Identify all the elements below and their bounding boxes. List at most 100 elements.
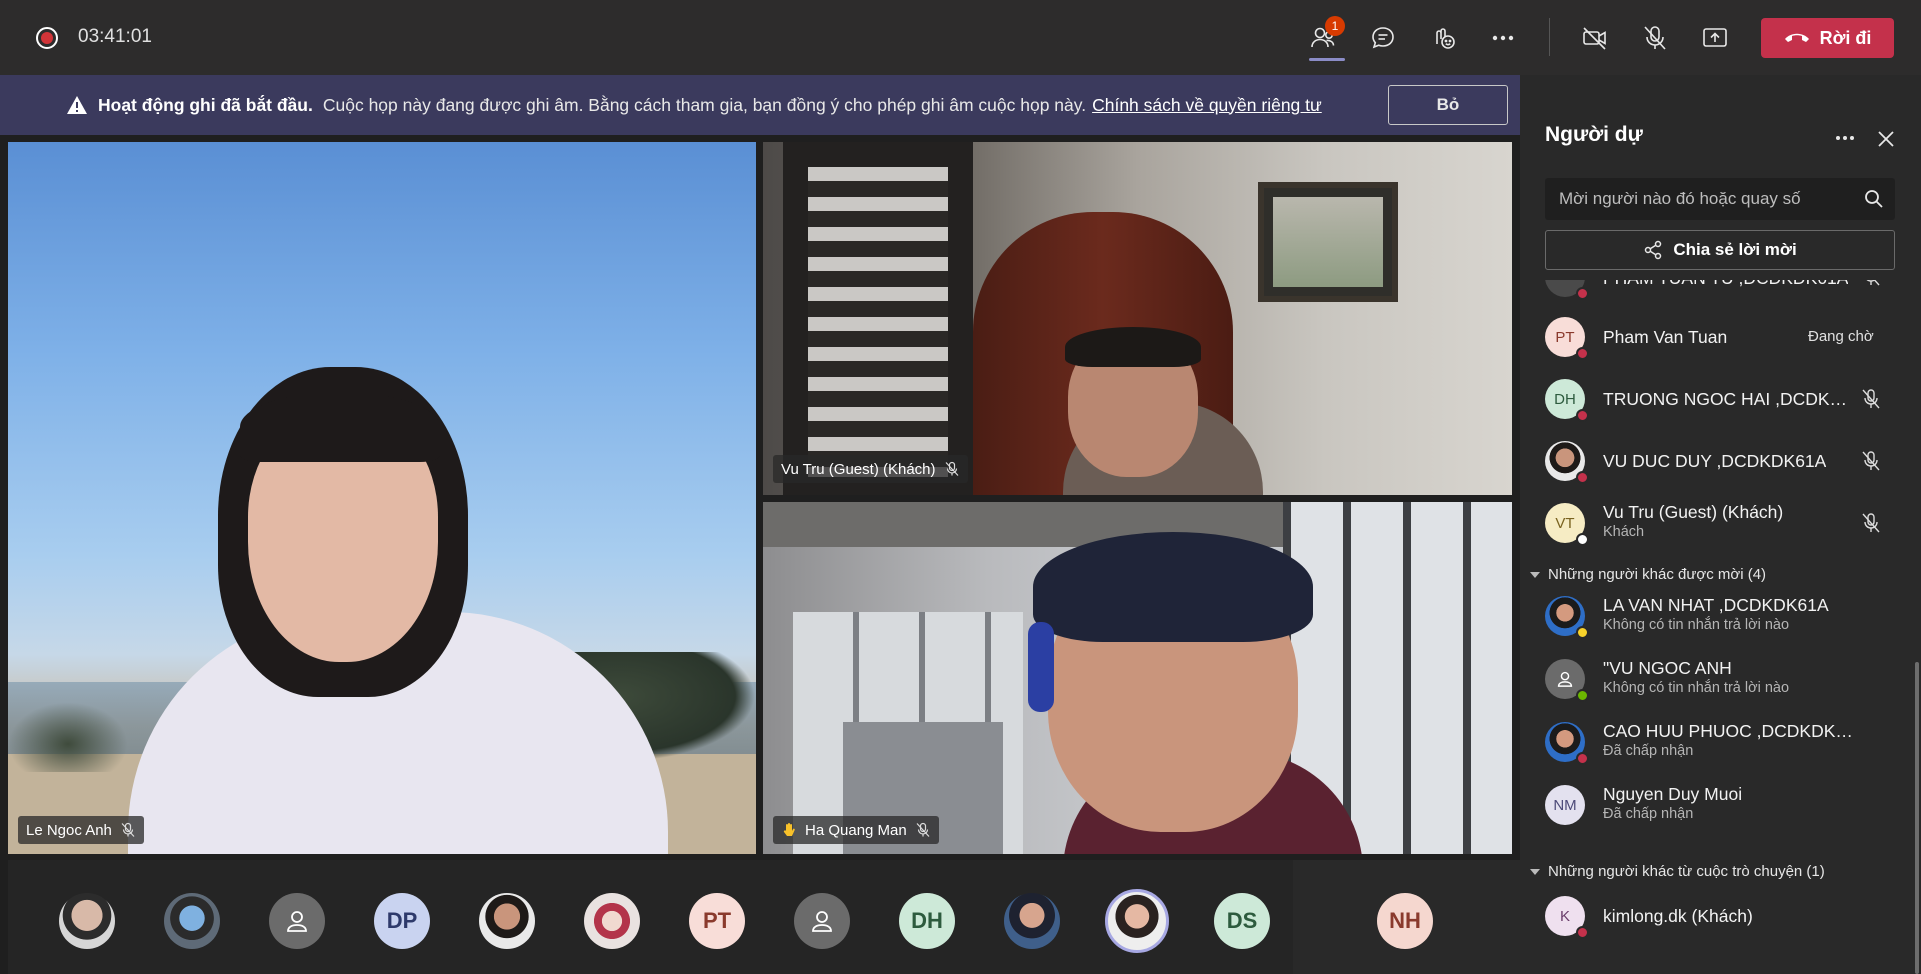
strip-avatar-photo[interactable]	[1004, 893, 1060, 949]
privacy-policy-link[interactable]: Chính sách về quyền riêng tư	[1092, 95, 1322, 116]
invited-section-label: Những người khác được mời (4)	[1548, 566, 1767, 583]
participant-strip-overflow: NH	[1293, 860, 1520, 974]
search-icon[interactable]	[1863, 188, 1885, 210]
painting-picture	[1273, 197, 1383, 287]
status-busy-icon	[1576, 409, 1589, 422]
chat-section-header[interactable]: Những người khác từ cuộc trò chuyện (1)	[1530, 863, 1825, 880]
person-hair	[1065, 327, 1201, 367]
dismiss-banner-button[interactable]: Bỏ	[1388, 85, 1508, 125]
strip-avatar-photo[interactable]	[164, 893, 220, 949]
recording-banner: Hoạt động ghi đã bắt đầu. Cuộc họp này đ…	[0, 75, 1520, 135]
video-tile-le-ngoc-anh[interactable]: Le Ngoc Anh	[8, 142, 756, 854]
share-screen-icon	[1703, 28, 1727, 47]
participant-name: PHAM TUAN TU ,DCDKDK61A	[1603, 280, 1848, 289]
share-icon	[1645, 240, 1662, 260]
panel-more-button[interactable]	[1830, 123, 1860, 153]
chat-section-label: Những người khác từ cuộc trò chuyện (1)	[1548, 863, 1825, 880]
recording-icon	[36, 27, 58, 49]
raised-hand-icon	[783, 823, 795, 836]
participant-name: VU DUC DUY ,DCDKDK61A	[1603, 451, 1827, 471]
invite-search-input[interactable]	[1545, 178, 1895, 220]
status-busy-icon	[1576, 287, 1589, 300]
strip-avatar-dh[interactable]: DH	[899, 893, 955, 949]
banner-title: Hoạt động ghi đã bắt đầu.	[98, 94, 313, 115]
participant-name: Pham Van Tuan	[1603, 327, 1728, 347]
invited-row[interactable]: LA VAN NHAT ,DCDKDK61A Không có tin nhắn…	[1520, 587, 1900, 649]
participant-sub: Đã chấp nhận	[1603, 806, 1694, 822]
strip-avatar-pt[interactable]: PT	[689, 893, 745, 949]
mic-off-icon	[1644, 26, 1666, 50]
strip-avatar-photo[interactable]	[584, 893, 640, 949]
status-guest-icon	[1576, 533, 1589, 546]
participant-name: Vu Tru (Guest) (Khách)	[1603, 502, 1784, 522]
meeting-timer: 03:41:01	[78, 26, 152, 47]
invited-row[interactable]: CAO HUU PHUOC ,DCDKDK61A Đã chấp nhận	[1520, 713, 1900, 775]
people-active-indicator	[1309, 58, 1345, 61]
invited-row[interactable]: "VU NGOC ANH Không có tin nhắn trả lời n…	[1520, 650, 1900, 712]
strip-avatar-nh[interactable]: NH	[1377, 893, 1433, 949]
panel-scrollbar[interactable]	[1915, 662, 1919, 974]
participant-name: LA VAN NHAT ,DCDKDK61A	[1603, 595, 1829, 615]
reactions-button[interactable]	[1423, 18, 1463, 58]
invite-search	[1545, 178, 1895, 220]
share-invite-button[interactable]: Chia sẻ lời mời	[1545, 230, 1895, 270]
participant-strip: DP PT DH DS NH	[0, 860, 1520, 974]
strip-avatar-generic[interactable]	[269, 893, 325, 949]
palm-trees-left	[8, 702, 128, 772]
participant-sub: Đã chấp nhận	[1603, 743, 1694, 759]
share-screen-button[interactable]	[1695, 18, 1735, 58]
leave-label: Rời đi	[1819, 27, 1872, 48]
more-actions-button[interactable]	[1483, 18, 1523, 58]
mic-off-icon	[1862, 513, 1880, 533]
close-icon[interactable]	[1872, 125, 1900, 153]
video-name-tag: Le Ngoc Anh	[18, 816, 144, 844]
video-name-tag: Ha Quang Man	[773, 816, 939, 844]
share-invite-label: Chia sẻ lời mời	[1673, 240, 1797, 259]
participant-name: Ha Quang Man	[805, 821, 907, 839]
participant-name: CAO HUU PHUOC ,DCDKDK61A	[1603, 721, 1853, 741]
participants-list: PHAM TUAN TU ,DCDKDK61A PT Pham Van Tuan…	[1520, 280, 1921, 974]
status-busy-icon	[1576, 926, 1589, 939]
strip-avatar-ds[interactable]: DS	[1214, 893, 1270, 949]
invited-section-header[interactable]: Những người khác được mời (4)	[1530, 566, 1766, 583]
banner-message: Cuộc họp này đang được ghi âm. Bằng cách…	[322, 94, 1087, 115]
participant-row[interactable]: PT Pham Van Tuan Đang chờ	[1520, 308, 1900, 370]
mic-toggle[interactable]	[1635, 18, 1675, 58]
status-busy-icon	[1576, 752, 1589, 765]
chat-button[interactable]	[1363, 18, 1403, 58]
more-icon	[1492, 35, 1514, 41]
strip-avatar-dp[interactable]: DP	[374, 893, 430, 949]
chat-icon	[1372, 27, 1394, 49]
status-busy-icon	[1576, 471, 1589, 484]
participant-row[interactable]: VU DUC DUY ,DCDKDK61A	[1520, 432, 1900, 494]
participant-row[interactable]: PHAM TUAN TU ,DCDKDK61A	[1520, 280, 1900, 310]
person-icon	[812, 911, 832, 932]
strip-avatar-photo[interactable]	[479, 893, 535, 949]
leave-button[interactable]: Rời đi	[1761, 18, 1894, 58]
strip-avatar-photo[interactable]	[59, 893, 115, 949]
meeting-toolbar: 03:41:01 1 Rời đi	[0, 0, 1921, 75]
people-button[interactable]: 1	[1303, 16, 1345, 58]
status-busy-icon	[1576, 347, 1589, 360]
window-shutters	[808, 167, 948, 477]
mic-off-icon	[1862, 389, 1880, 409]
participant-avatar: NM	[1545, 785, 1585, 825]
invited-row[interactable]: NM Nguyen Duy Muoi Đã chấp nhận	[1520, 776, 1900, 838]
participant-name: Vu Tru (Guest) (Khách)	[781, 460, 936, 478]
strip-avatar-active-speaker[interactable]	[1105, 889, 1169, 953]
video-tile-vu-tru[interactable]: Vu Tru (Guest) (Khách)	[763, 142, 1512, 495]
chevron-down-icon	[1530, 868, 1540, 875]
chat-participant-row[interactable]: K kimlong.dk (Khách)	[1520, 887, 1900, 949]
participant-name: Le Ngoc Anh	[26, 821, 112, 839]
participant-sub: Không có tin nhắn trả lời nào	[1603, 617, 1790, 633]
participant-name: TRUONG NGOC HAI ,DCDKD...	[1603, 389, 1853, 409]
video-tile-ha-quang-man[interactable]: Ha Quang Man	[763, 502, 1512, 854]
participant-sub: Không có tin nhắn trả lời nào	[1603, 680, 1790, 696]
hangup-icon	[1784, 33, 1809, 42]
strip-avatar-generic[interactable]	[794, 893, 850, 949]
more-icon	[1836, 136, 1854, 140]
participant-row[interactable]: DH TRUONG NGOC HAI ,DCDKD...	[1520, 370, 1900, 432]
camera-toggle[interactable]	[1575, 18, 1615, 58]
participant-row[interactable]: VT Vu Tru (Guest) (Khách) Khách	[1520, 494, 1900, 556]
mic-off-icon	[1862, 451, 1880, 471]
